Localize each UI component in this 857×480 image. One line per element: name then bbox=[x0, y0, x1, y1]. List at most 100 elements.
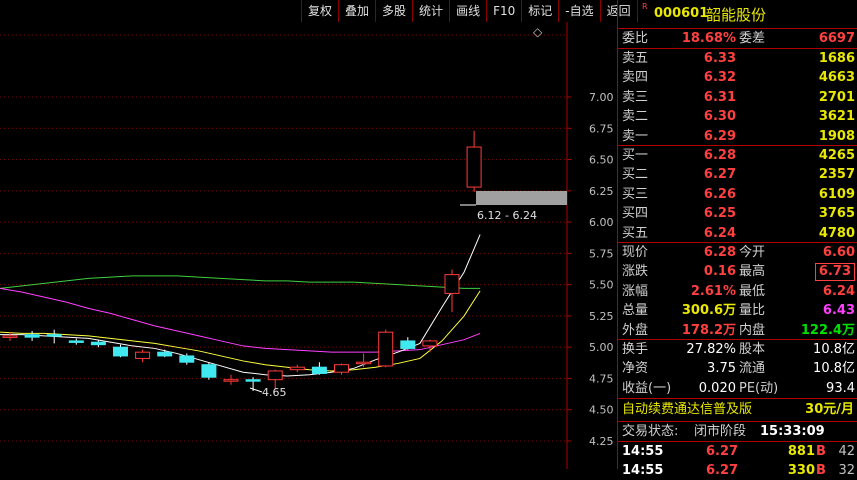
bid-row[interactable]: 买三 6.26 6109 bbox=[618, 185, 857, 204]
quote-label: 外盘 bbox=[622, 322, 649, 338]
candle[interactable] bbox=[334, 363, 349, 375]
stock-name[interactable]: 韶能股份 bbox=[706, 4, 766, 25]
stat-label: 换手 bbox=[622, 342, 649, 357]
bid-volume: 3765 bbox=[818, 206, 855, 222]
toolbar-button-3[interactable]: 统计 bbox=[412, 0, 449, 22]
tick-row[interactable]: 14:55 6.27 881 B 42 bbox=[618, 442, 857, 461]
bid-label: 买二 bbox=[622, 167, 649, 183]
candle[interactable] bbox=[24, 330, 40, 341]
candle[interactable] bbox=[135, 349, 151, 363]
tick-count: 42 bbox=[838, 444, 855, 459]
candle-body bbox=[245, 379, 261, 382]
candle-body bbox=[334, 364, 349, 373]
quote-value: 300.6万 bbox=[681, 303, 736, 319]
candle-body bbox=[113, 346, 128, 357]
ask-row[interactable]: 卖四 6.32 4663 bbox=[618, 68, 857, 87]
bid-row[interactable]: 买五 6.24 4780 bbox=[618, 224, 857, 243]
candlesticks[interactable] bbox=[2, 130, 482, 391]
price-tick-label: 5.25 bbox=[589, 310, 614, 323]
ask-row[interactable]: 卖一 6.29 1908 bbox=[618, 127, 857, 146]
tick-volume: 881 bbox=[787, 444, 815, 459]
diamond-icon[interactable]: ◇ bbox=[533, 25, 543, 39]
stat-label: 流通 bbox=[739, 361, 766, 377]
candle[interactable] bbox=[157, 349, 173, 358]
stat-value: 3.75 bbox=[707, 361, 736, 377]
candle[interactable] bbox=[289, 364, 305, 373]
candle[interactable] bbox=[466, 130, 482, 193]
price-tick-label: 6.25 bbox=[589, 185, 614, 198]
price-tick-label: 6.50 bbox=[589, 154, 614, 167]
quote-label: 现价 bbox=[622, 245, 649, 260]
bid-label: 买四 bbox=[622, 206, 649, 222]
candle-body bbox=[466, 146, 482, 188]
candle[interactable] bbox=[378, 329, 394, 368]
tick-volume: 330 bbox=[787, 463, 815, 478]
quote-label: 涨幅 bbox=[622, 283, 649, 299]
quote-value: 6.43 bbox=[822, 303, 855, 319]
ask-volume: 1686 bbox=[818, 51, 855, 66]
bid-label: 买一 bbox=[622, 148, 649, 163]
ask-volume: 4663 bbox=[818, 70, 855, 86]
toolbar-button-4[interactable]: 画线 bbox=[449, 0, 486, 22]
candle-body bbox=[201, 364, 217, 378]
stat-label: PE(动) bbox=[739, 380, 779, 396]
ma5-line bbox=[0, 234, 481, 377]
candle[interactable] bbox=[444, 269, 460, 313]
quote-value: 6.73 bbox=[814, 263, 855, 282]
ask-label: 卖一 bbox=[622, 128, 649, 144]
weicha-label: 委差 bbox=[739, 31, 766, 46]
candle[interactable] bbox=[113, 344, 128, 358]
candle-body bbox=[311, 366, 327, 374]
toolbar-button-7[interactable]: -自选 bbox=[558, 0, 599, 22]
ask-row[interactable]: 卖三 6.31 2701 bbox=[618, 88, 857, 107]
candle[interactable] bbox=[46, 329, 62, 344]
price-tick-label: 5.75 bbox=[589, 247, 614, 260]
quote-row: 现价 6.28 今开 6.60 bbox=[618, 243, 857, 262]
toolbar-button-0[interactable]: 复权 bbox=[301, 0, 338, 22]
candle[interactable] bbox=[223, 374, 239, 385]
price-range-label: 6.12 - 6.24 bbox=[477, 209, 537, 222]
candle[interactable] bbox=[311, 362, 327, 375]
candle-body bbox=[378, 331, 394, 367]
quote-value: 2.61% bbox=[690, 283, 736, 299]
bid-row[interactable]: 买一 6.28 4265 bbox=[618, 146, 857, 165]
bid-price: 6.27 bbox=[703, 167, 736, 183]
bid-row[interactable]: 买二 6.27 2357 bbox=[618, 165, 857, 184]
toolbar-button-6[interactable]: 标记 bbox=[521, 0, 558, 22]
quote-label: 最高 bbox=[739, 264, 766, 280]
ask-row[interactable]: 卖五 6.33 1686 bbox=[618, 49, 857, 68]
price-tick-label: 5.00 bbox=[589, 341, 614, 354]
bid-row[interactable]: 买四 6.25 3765 bbox=[618, 204, 857, 223]
ask-price: 6.33 bbox=[703, 51, 736, 66]
ad-row[interactable]: 自动续费通达信普及版 30元/月 bbox=[618, 400, 857, 419]
price-tick-label: 4.25 bbox=[589, 435, 614, 448]
candle[interactable] bbox=[201, 362, 217, 380]
candle[interactable] bbox=[400, 337, 416, 350]
bid-label: 买三 bbox=[622, 186, 649, 202]
ask-row[interactable]: 卖二 6.30 3621 bbox=[618, 107, 857, 126]
quote-label: 今开 bbox=[739, 245, 766, 260]
selected-price-range-box[interactable] bbox=[476, 191, 567, 205]
price-tick-label: 4.75 bbox=[589, 372, 614, 385]
tick-row[interactable]: 14:55 6.27 330 B 32 bbox=[618, 461, 857, 480]
quote-row: 涨幅 2.61% 最低 6.24 bbox=[618, 282, 857, 301]
stat-value: 10.8亿 bbox=[813, 361, 855, 377]
stock-code[interactable]: 000601 bbox=[654, 6, 708, 21]
toolbar-button-2[interactable]: 多股 bbox=[375, 0, 412, 22]
ask-price: 6.31 bbox=[703, 89, 736, 105]
candle[interactable] bbox=[68, 338, 84, 345]
ad-text[interactable]: 自动续费通达信普及版 bbox=[622, 400, 752, 419]
candle-body bbox=[90, 341, 106, 346]
tick-time: 14:55 bbox=[622, 444, 664, 459]
kline-chart[interactable]: 7.00 6.75 6.50 6.25 6.00 5.75 5.50 5.25 5.00 4.75… bbox=[0, 0, 617, 469]
ad-price[interactable]: 30元/月 bbox=[805, 400, 854, 419]
candle[interactable] bbox=[356, 353, 372, 368]
toolbar-button-1[interactable]: 叠加 bbox=[338, 0, 375, 22]
toolbar-button-5[interactable]: F10 bbox=[486, 0, 521, 22]
candle-body bbox=[356, 361, 372, 365]
candle-body bbox=[157, 351, 173, 357]
ask-label: 卖二 bbox=[622, 109, 649, 125]
quote-value: 6.28 bbox=[703, 245, 736, 260]
ask-price: 6.32 bbox=[703, 70, 736, 86]
candle[interactable] bbox=[422, 339, 438, 353]
